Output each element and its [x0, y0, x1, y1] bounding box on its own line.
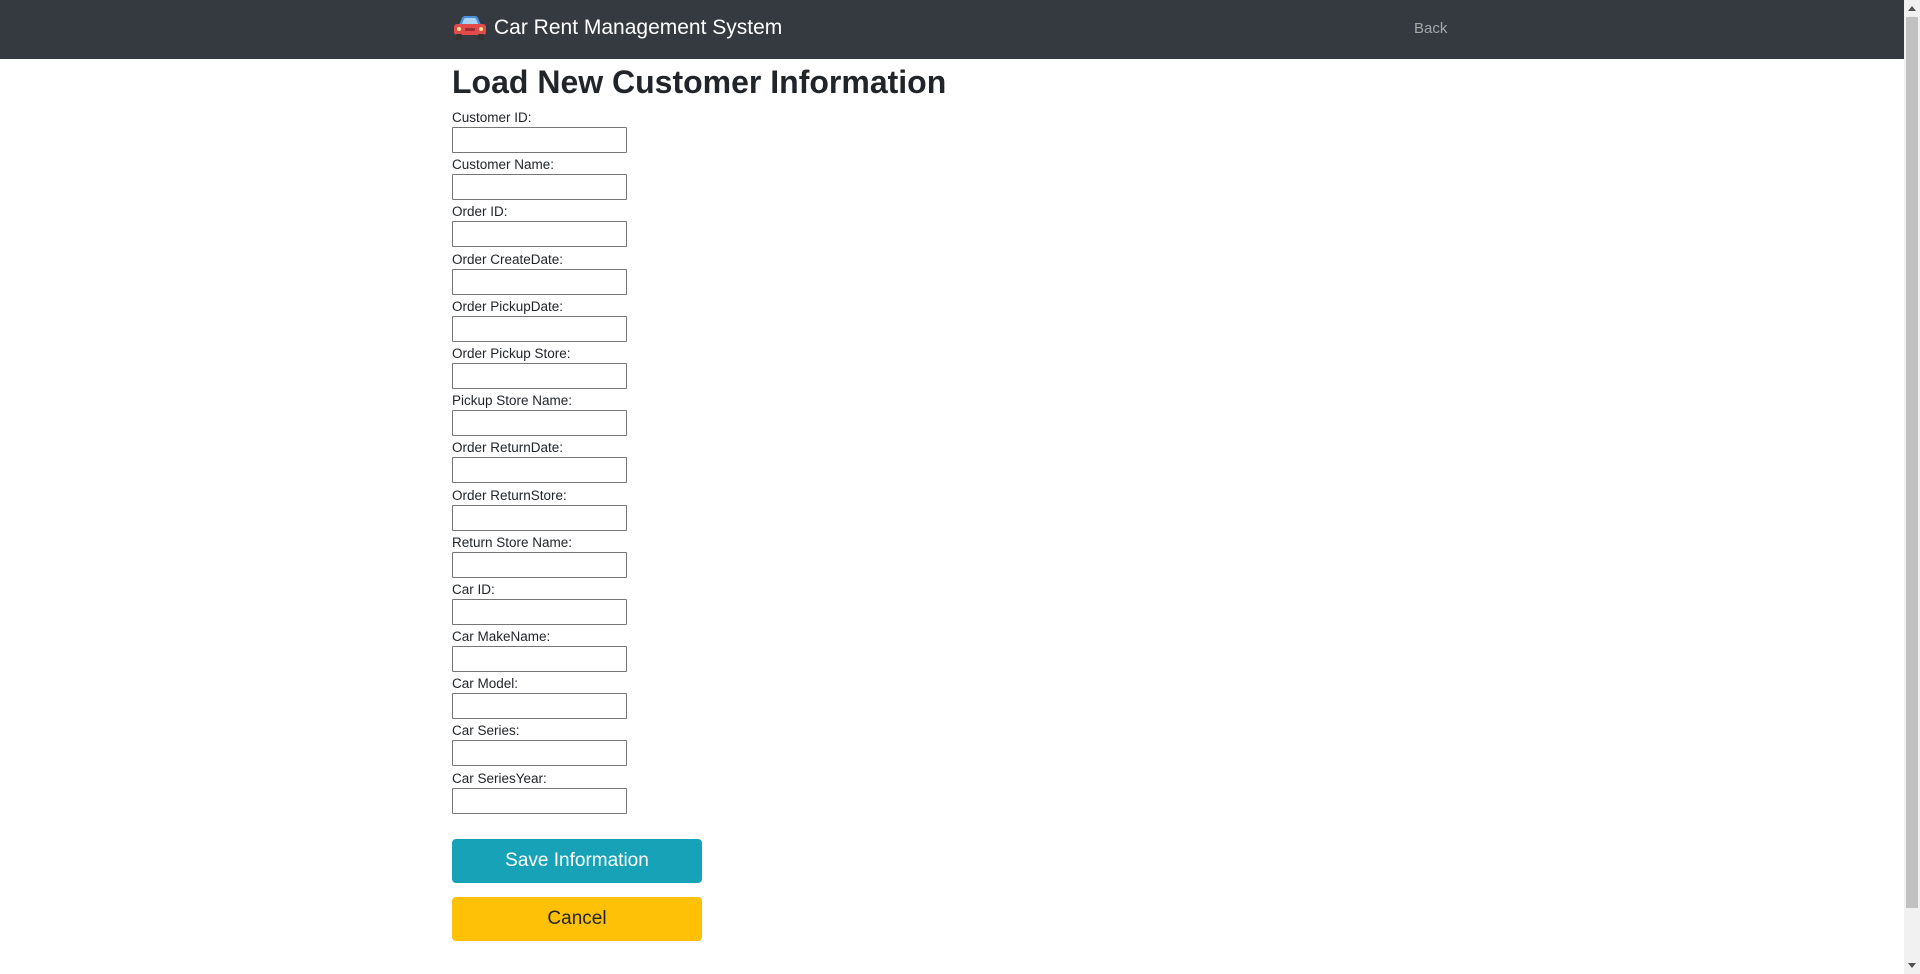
- car-model-input[interactable]: [452, 693, 627, 720]
- car-seriesyear-input[interactable]: [452, 787, 627, 814]
- field-order-returnstore: Order ReturnStore:: [452, 484, 1452, 531]
- customer-id-input[interactable]: [452, 127, 627, 153]
- field-label: Order CreateDate:: [452, 251, 564, 267]
- field-return-store-name: Return Store Name:: [452, 531, 1452, 578]
- scrollbar-thumb[interactable]: [1906, 17, 1918, 908]
- field-car-id: Car ID:: [452, 578, 1452, 625]
- field-label: Order ReturnStore:: [452, 487, 567, 503]
- back-link[interactable]: Back: [1414, 20, 1447, 37]
- field-pickup-store-name: Pickup Store Name:: [452, 389, 1452, 437]
- page: Car Rent Management System Back Load New…: [0, 0, 1920, 974]
- order-createdate-input[interactable]: [452, 268, 627, 295]
- car-makename-input[interactable]: [452, 646, 627, 673]
- scroll-down-arrow-icon[interactable]: [1904, 957, 1920, 974]
- field-order-pickup-store: Order Pickup Store:: [452, 342, 1452, 389]
- car-icon: [452, 15, 488, 41]
- page-title: Load New Customer Information: [452, 64, 947, 100]
- order-returnstore-input[interactable]: [452, 504, 627, 531]
- car-id-input[interactable]: [452, 598, 627, 625]
- brand-link[interactable]: Car Rent Management System: [452, 12, 782, 44]
- field-label: Order PickupDate:: [452, 298, 564, 314]
- field-label: Order ID:: [452, 204, 508, 220]
- field-label: Return Store Name:: [452, 534, 573, 550]
- pickup-store-name-input[interactable]: [452, 410, 627, 437]
- order-pickup-store-input[interactable]: [452, 362, 627, 389]
- field-car-model: Car Model:: [452, 672, 1452, 720]
- car-series-input[interactable]: [452, 740, 627, 767]
- field-customer-name: Customer Name:: [452, 153, 1452, 201]
- cancel-button[interactable]: Cancel: [452, 896, 702, 941]
- vertical-scrollbar[interactable]: [1904, 0, 1920, 974]
- field-label: Car MakeName:: [452, 629, 551, 645]
- field-order-createdate: Order CreateDate:: [452, 248, 1452, 295]
- save-information-button[interactable]: Save Information: [452, 838, 702, 883]
- brand-title: Car Rent Management System: [494, 16, 783, 39]
- order-id-input[interactable]: [452, 221, 627, 248]
- field-label: Car SeriesYear:: [452, 770, 547, 786]
- return-store-name-input[interactable]: [452, 551, 627, 578]
- main-content: Load New Customer Information Customer I…: [452, 59, 1452, 941]
- field-label: Order ReturnDate:: [452, 440, 564, 456]
- order-pickupdate-input[interactable]: [452, 315, 627, 342]
- customer-name-input[interactable]: [452, 174, 627, 201]
- field-customer-id: Customer ID:: [452, 106, 1452, 153]
- field-label: Customer ID:: [452, 110, 532, 125]
- top-navbar: Car Rent Management System Back: [0, 0, 1904, 59]
- field-car-makename: Car MakeName:: [452, 625, 1452, 673]
- field-label: Order Pickup Store:: [452, 345, 571, 361]
- field-label: Car Series:: [452, 723, 520, 739]
- field-label: Customer Name:: [452, 157, 555, 173]
- field-order-id: Order ID:: [452, 200, 1452, 248]
- field-car-series: Car Series:: [452, 719, 1452, 767]
- field-order-returndate: Order ReturnDate:: [452, 436, 1452, 484]
- scroll-up-arrow-icon[interactable]: [1904, 0, 1920, 17]
- field-order-pickupdate: Order PickupDate:: [452, 295, 1452, 342]
- field-label: Car ID:: [452, 581, 495, 597]
- field-label: Pickup Store Name:: [452, 393, 573, 409]
- field-label: Car Model:: [452, 676, 519, 692]
- order-returndate-input[interactable]: [452, 457, 627, 484]
- field-car-seriesyear: Car SeriesYear:: [452, 767, 1452, 814]
- customer-form: Customer ID: Customer Name: Order ID: Or…: [452, 106, 1452, 941]
